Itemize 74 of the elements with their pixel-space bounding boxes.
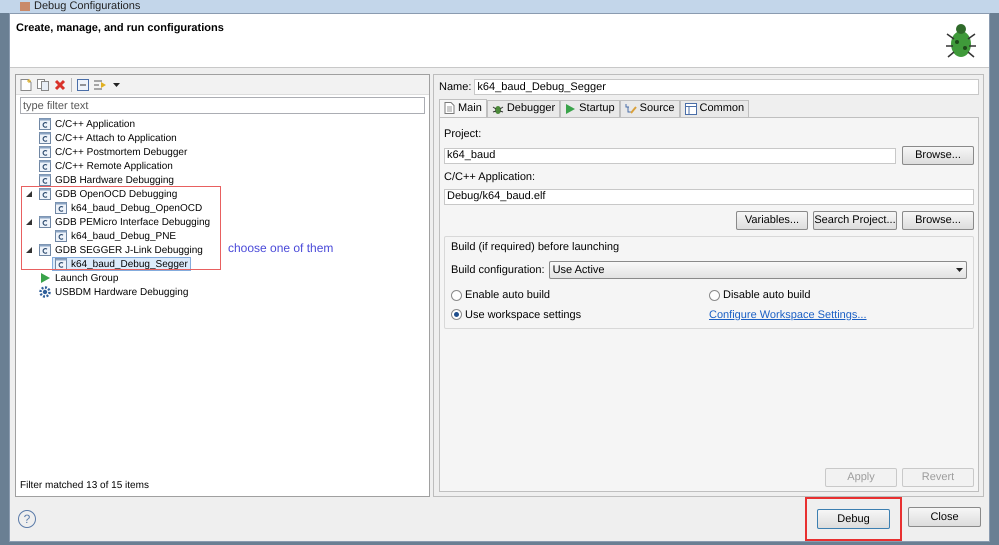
tree-item[interactable]: k64_baud_Debug_Segger	[52, 257, 191, 271]
tree-item[interactable]: GDB SEGGER J-Link Debugging	[36, 243, 206, 257]
dialog-button[interactable]: Close	[908, 507, 981, 527]
annotation-text: choose one of them	[228, 240, 334, 257]
build-config-dropdown[interactable]: Use Active	[548, 261, 967, 279]
radio-label: Use workspace settings	[465, 308, 582, 322]
c-file-icon	[39, 174, 51, 186]
tree-item[interactable]: k64_baud_Debug_PNE	[52, 229, 180, 243]
dialog-button[interactable]: Debug	[817, 509, 890, 529]
tree-item[interactable]: C/C++ Attach to Application	[36, 131, 180, 145]
radio-button[interactable]	[451, 290, 462, 301]
table-icon	[684, 102, 696, 114]
tree-toggle-icon[interactable]	[26, 219, 32, 225]
window-title: Debug Configurations	[34, 1, 140, 12]
c-file-icon	[39, 244, 51, 256]
play-icon	[39, 272, 51, 284]
tab[interactable]: Source	[620, 100, 680, 116]
tree-item[interactable]: GDB OpenOCD Debugging	[36, 187, 180, 201]
gear-icon	[39, 286, 51, 298]
header-title: Create, manage, and run configurations	[16, 21, 224, 36]
name-field[interactable]: k64_baud_Debug_Segger	[474, 79, 979, 96]
dialog-action-button[interactable]: Variables...	[736, 210, 808, 230]
tree-item[interactable]: C/C++ Postmortem Debugger	[36, 145, 190, 159]
collapse-icon[interactable]	[77, 78, 89, 90]
c-file-icon	[39, 160, 51, 172]
c-file-icon	[39, 188, 51, 200]
group-title: Build (if required) before launching	[451, 240, 620, 254]
app-icon	[20, 2, 30, 11]
tab[interactable]: Common	[680, 100, 750, 116]
help-button[interactable]: ?	[18, 510, 36, 528]
tree-item[interactable]: k64_baud_Debug_OpenOCD	[52, 201, 206, 215]
c-file-icon	[55, 230, 67, 242]
tree-item[interactable]: C/C++ Application	[36, 117, 138, 131]
browse-button[interactable]: Browse...	[902, 146, 974, 165]
new-file-icon[interactable]	[20, 78, 32, 90]
tree-item[interactable]: Launch Group	[36, 271, 122, 285]
configure-link[interactable]: Configure Workspace Settings...	[709, 306, 967, 323]
filter-field[interactable]: type filter text	[20, 97, 425, 114]
radio-label: Enable auto build	[465, 288, 550, 303]
application-field[interactable]: Debug/k64_baud.elf	[444, 188, 974, 204]
tree-item[interactable]: GDB Hardware Debugging	[36, 173, 177, 187]
c-file-icon	[55, 258, 67, 270]
radio-label: Disable auto build	[723, 288, 810, 303]
dialog-action-button[interactable]: Browse...	[902, 210, 974, 230]
c-file-icon	[39, 146, 51, 158]
dialog-action-button[interactable]: Search Project...	[813, 210, 897, 230]
document-icon	[444, 102, 455, 114]
tab[interactable]: Startup	[560, 100, 620, 116]
tab[interactable]: Debugger	[486, 100, 560, 116]
source-icon	[624, 102, 637, 114]
tab[interactable]: Main	[439, 98, 487, 116]
filter-icon[interactable]	[94, 78, 108, 90]
dropdown-caret-icon	[956, 268, 963, 272]
tree-item[interactable]: GDB PEMicro Interface Debugging	[36, 215, 214, 229]
project-label: Project:	[444, 126, 482, 142]
project-field[interactable]: k64_baud	[444, 148, 896, 164]
c-file-icon	[55, 202, 67, 214]
dropdown-caret-icon[interactable]	[113, 82, 120, 86]
build-config-label: Build configuration:	[451, 262, 545, 278]
copy-icon[interactable]	[37, 78, 49, 90]
radio-button[interactable]	[709, 290, 720, 301]
tree-item[interactable]: C/C++ Remote Application	[36, 159, 176, 173]
tree-toggle-icon[interactable]	[26, 191, 32, 197]
filter-status: Filter matched 13 of 15 items	[19, 479, 150, 493]
delete-icon[interactable]	[54, 78, 66, 90]
radio-button[interactable]	[451, 309, 462, 320]
application-label: C/C++ Application:	[444, 170, 536, 185]
tree-toggle-icon[interactable]	[26, 247, 32, 253]
play-icon	[565, 102, 576, 114]
c-file-icon	[39, 132, 51, 144]
c-file-icon	[39, 118, 51, 130]
c-file-icon	[39, 216, 51, 228]
tree-item[interactable]: USBDM Hardware Debugging	[36, 285, 192, 299]
name-label: Name:	[439, 80, 472, 95]
